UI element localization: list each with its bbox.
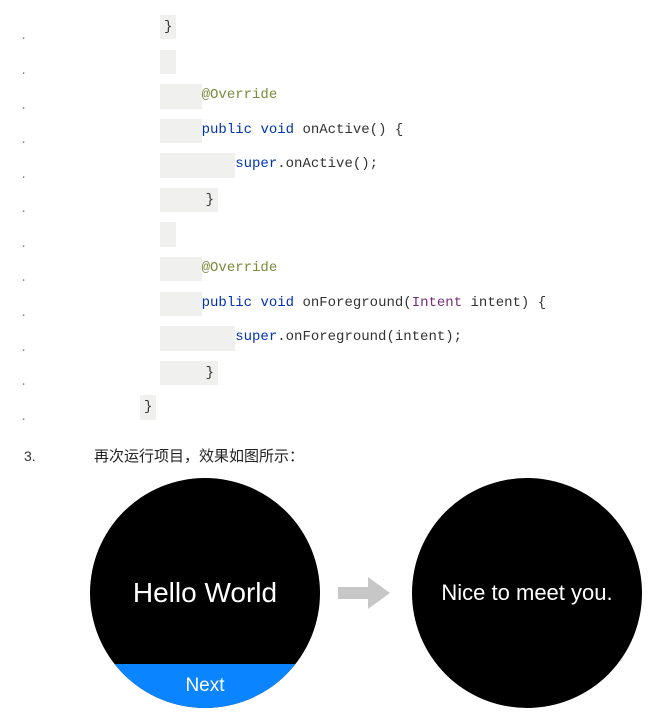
code-token <box>160 84 202 108</box>
code-line: . super.onForeground(intent); <box>20 326 645 358</box>
line-marker: . <box>20 97 70 116</box>
watch-face-right: Nice to meet you. <box>412 478 642 708</box>
code-content: } <box>70 188 218 212</box>
code-token: @Override <box>202 257 278 281</box>
step-text: 再次运行项目，效果如图所示： <box>94 445 304 466</box>
code-token <box>160 326 235 350</box>
code-content: } <box>70 361 218 385</box>
code-token: } <box>202 361 218 385</box>
code-token <box>160 188 202 212</box>
code-token <box>160 222 176 246</box>
code-content: @Override <box>70 84 277 108</box>
code-line: . @Override <box>20 257 645 289</box>
code-token: void <box>260 292 294 316</box>
code-line: .} <box>20 395 645 427</box>
code-token <box>160 119 202 143</box>
code-token: ( <box>403 292 411 316</box>
code-line: . public void onActive() { <box>20 119 645 151</box>
code-content: public void onForeground(Intent intent) … <box>70 292 546 316</box>
code-token <box>294 292 302 316</box>
line-marker: . <box>20 339 70 358</box>
code-token: super <box>235 326 277 350</box>
code-token: public <box>202 292 252 316</box>
watch-main-text-left: Hello World <box>133 577 277 609</box>
code-content: } <box>70 395 156 419</box>
next-button-label: Next <box>185 675 224 697</box>
code-token: .onForeground(intent); <box>277 326 462 350</box>
figure-row: Hello World Next Nice to meet you. <box>20 478 645 708</box>
line-marker: . <box>20 269 70 288</box>
code-content <box>70 222 176 246</box>
code-token <box>294 119 302 143</box>
code-content: super.onActive(); <box>70 153 378 177</box>
code-token <box>252 119 260 143</box>
code-token: intent) { <box>462 292 546 316</box>
line-marker: . <box>20 166 70 185</box>
code-line: . public void onForeground(Intent intent… <box>20 292 645 324</box>
code-content: super.onForeground(intent); <box>70 326 462 350</box>
line-marker: . <box>20 373 70 392</box>
line-marker: . <box>20 131 70 150</box>
code-token: onActive <box>302 119 369 143</box>
code-token: void <box>260 119 294 143</box>
code-token <box>160 257 202 281</box>
code-content: } <box>70 15 176 39</box>
code-content <box>70 50 176 74</box>
line-marker: . <box>20 235 70 254</box>
code-token: super <box>235 153 277 177</box>
line-marker: . <box>20 27 70 46</box>
code-line: . <box>20 50 645 82</box>
line-marker: . <box>20 62 70 81</box>
code-line: . } <box>20 188 645 220</box>
code-line: . @Override <box>20 84 645 116</box>
code-token: } <box>140 395 156 419</box>
code-token <box>252 292 260 316</box>
code-content: public void onActive() { <box>70 119 403 143</box>
code-token <box>160 153 235 177</box>
code-token: Intent <box>412 292 462 316</box>
code-token <box>160 50 176 74</box>
code-line: . <box>20 222 645 254</box>
line-marker: . <box>20 408 70 427</box>
code-token: () { <box>370 119 404 143</box>
line-marker: . <box>20 304 70 323</box>
code-line: .} <box>20 15 645 47</box>
code-token: .onActive(); <box>277 153 378 177</box>
code-content: @Override <box>70 257 277 281</box>
watch-main-text-right: Nice to meet you. <box>441 580 612 606</box>
step-number: 3. <box>20 448 64 464</box>
code-line: . } <box>20 361 645 393</box>
code-token: } <box>160 15 176 39</box>
watch-face-left: Hello World Next <box>90 478 320 708</box>
code-token: public <box>202 119 252 143</box>
code-token: } <box>202 188 218 212</box>
next-button[interactable]: Next <box>90 664 320 708</box>
code-line: . super.onActive(); <box>20 153 645 185</box>
code-token: @Override <box>202 84 278 108</box>
code-block: .}. . @Override. public void onActive() … <box>20 15 645 427</box>
code-token: onForeground <box>302 292 403 316</box>
code-token <box>160 361 202 385</box>
code-token <box>160 292 202 316</box>
line-marker: . <box>20 200 70 219</box>
step-row: 3. 再次运行项目，效果如图所示： <box>20 445 645 466</box>
arrow-icon <box>338 577 394 609</box>
